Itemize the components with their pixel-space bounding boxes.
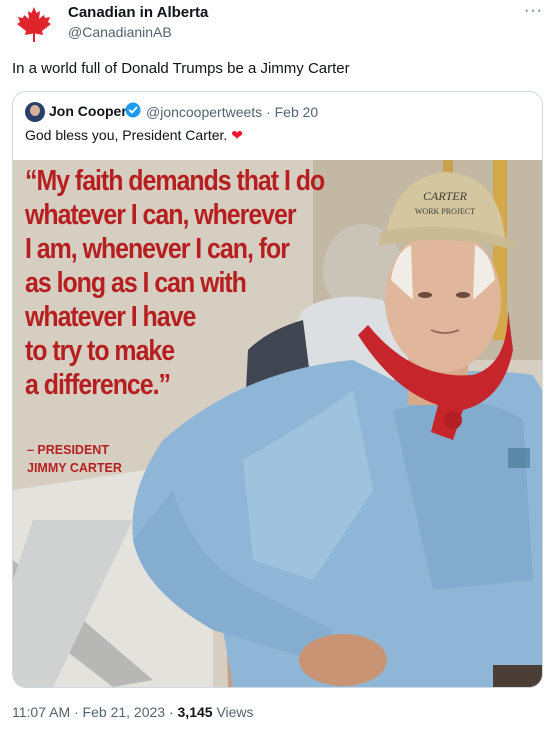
image-quote-text: “My faith demands that I do whatever I c… (25, 165, 325, 401)
tweet-text: In a world full of Donald Trumps be a Ji… (12, 60, 350, 77)
quoted-text-body: God bless you, President Carter. (25, 127, 228, 143)
quoted-handle-date[interactable]: @joncoopertweets · Feb 20 (146, 104, 318, 120)
author-handle[interactable]: @CanadianinAB (68, 24, 172, 40)
quoted-author-name[interactable]: Jon Cooper (49, 103, 127, 119)
image-attribution: – PRESIDENT JIMMY CARTER (27, 443, 122, 475)
tweet-meta: 11:07 AM · Feb 21, 2023 · 3,145 Views (12, 704, 254, 720)
author-name[interactable]: Canadian in Alberta (68, 4, 208, 21)
verified-badge-icon (125, 102, 141, 118)
svg-text:CARTER: CARTER (423, 189, 468, 203)
more-dots-icon[interactable]: ··· (524, 2, 543, 20)
views-count: 3,145 (177, 704, 213, 720)
timestamp[interactable]: 11:07 AM · Feb 21, 2023 · (12, 704, 178, 720)
heart-emoji: ❤ (231, 127, 243, 143)
maple-leaf-icon[interactable] (14, 4, 54, 44)
quoted-image[interactable]: CARTER WORK PROJECT “My faith demands th… (13, 160, 542, 687)
quoted-avatar[interactable] (25, 102, 45, 122)
quoted-text: God bless you, President Carter. ❤ (25, 127, 243, 144)
tweet-header: Canadian in Alberta @CanadianinAB ··· (0, 0, 559, 50)
svg-text:WORK PROJECT: WORK PROJECT (415, 207, 475, 216)
quoted-tweet[interactable]: Jon Cooper @joncoopertweets · Feb 20 God… (12, 91, 543, 688)
views-label: Views (212, 704, 254, 720)
